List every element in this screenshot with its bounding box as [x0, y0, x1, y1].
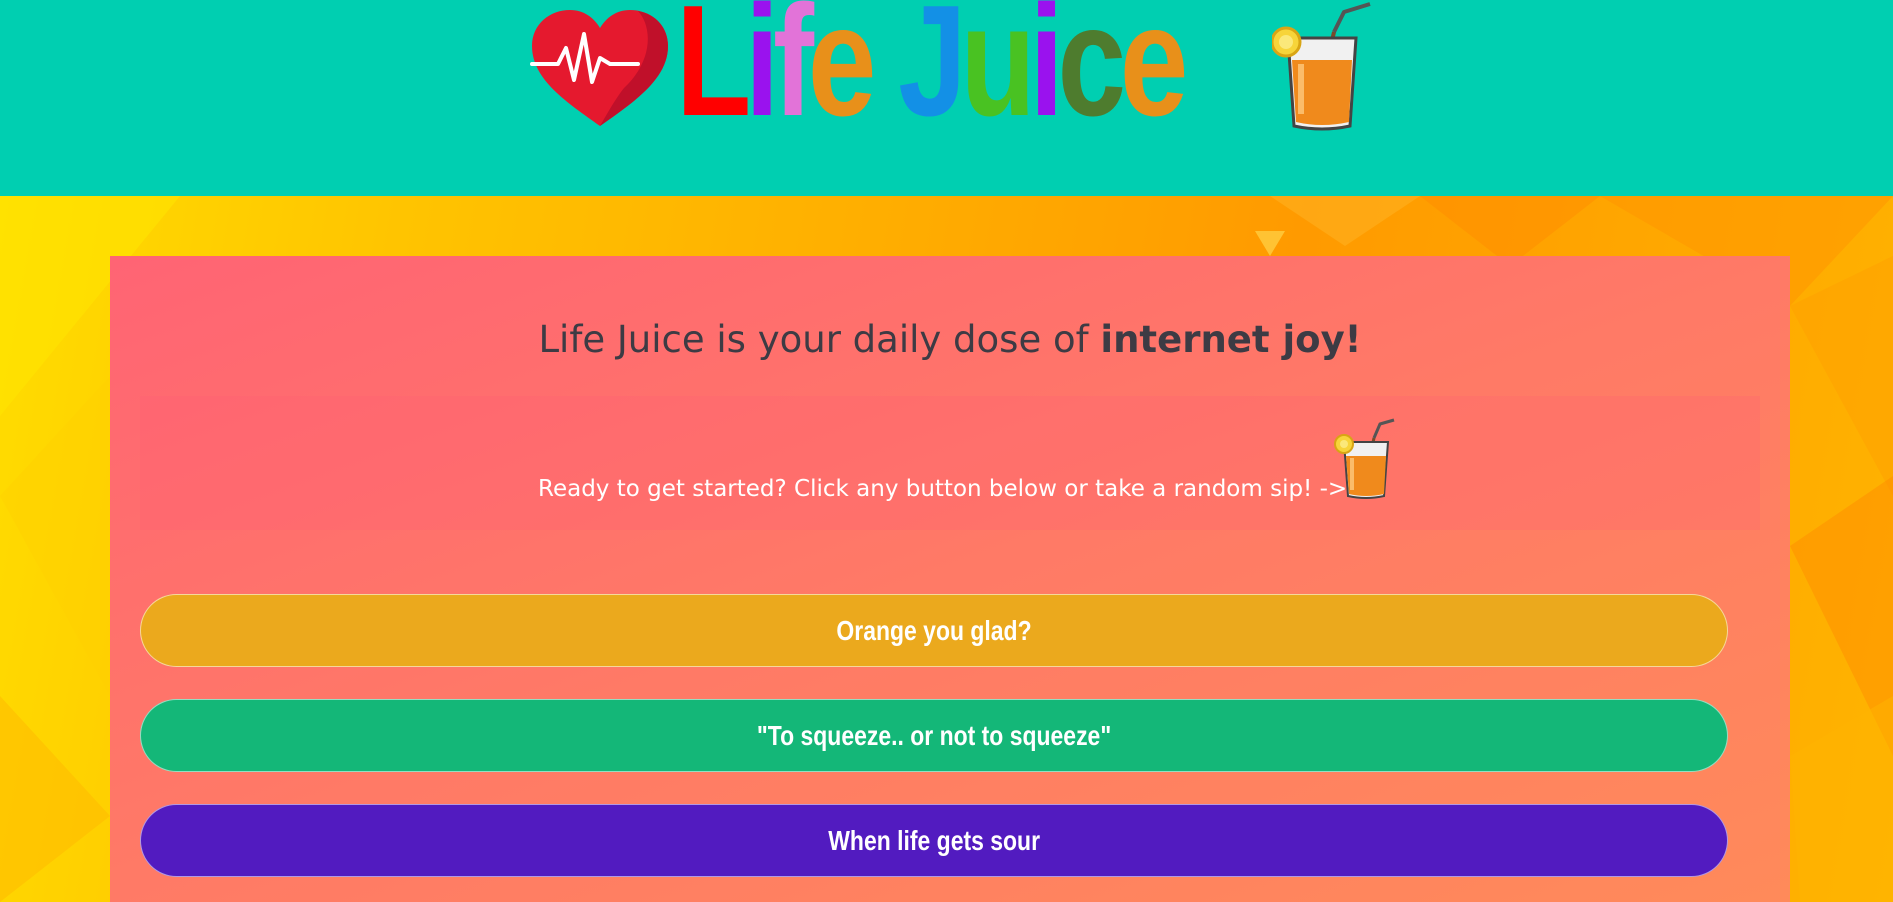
tagline-text: Life Juice is your daily dose of [538, 318, 1101, 361]
site-logo[interactable]: Life Juice [528, 0, 1373, 140]
to-squeeze-label: "To squeeze.. or not to squeeze" [756, 719, 1112, 751]
logo-letter: u [960, 0, 1035, 149]
orange-you-glad-button[interactable]: Orange you glad? [140, 594, 1728, 667]
when-life-gets-sour-button[interactable]: When life gets sour [140, 804, 1728, 877]
to-squeeze-button[interactable]: "To squeeze.. or not to squeeze" [140, 699, 1728, 772]
logo-letter: i [1029, 0, 1064, 149]
logo-letter: J [898, 0, 967, 149]
logo-letter: e [807, 0, 877, 149]
call-to-action-text: Ready to get started? Click any button b… [538, 476, 1348, 502]
tagline-emphasis: internet joy! [1100, 318, 1362, 361]
main-panel: Life Juice is your daily dose of interne… [110, 256, 1790, 902]
orange-juice-glass-icon [1272, 2, 1371, 131]
logo-letter [870, 0, 898, 149]
heartbeat-heart-icon [530, 10, 668, 126]
tagline: Life Juice is your daily dose of interne… [110, 318, 1790, 361]
logo-letter: i [745, 0, 779, 149]
logo-letter: c [1057, 0, 1127, 149]
logo-letter: f [773, 0, 814, 149]
logo-letter: L [676, 0, 751, 149]
call-to-action-box: Ready to get started? Click any button b… [140, 396, 1760, 530]
logo-letter: e [1119, 0, 1189, 149]
header-bar: Life Juice [0, 0, 1893, 196]
orange-you-glad-label: Orange you glad? [836, 614, 1032, 646]
when-life-gets-sour-label: When life gets sour [828, 824, 1040, 856]
logo-wordmark: Life Juice [676, 0, 1188, 140]
random-sip-button[interactable] [1334, 418, 1396, 500]
